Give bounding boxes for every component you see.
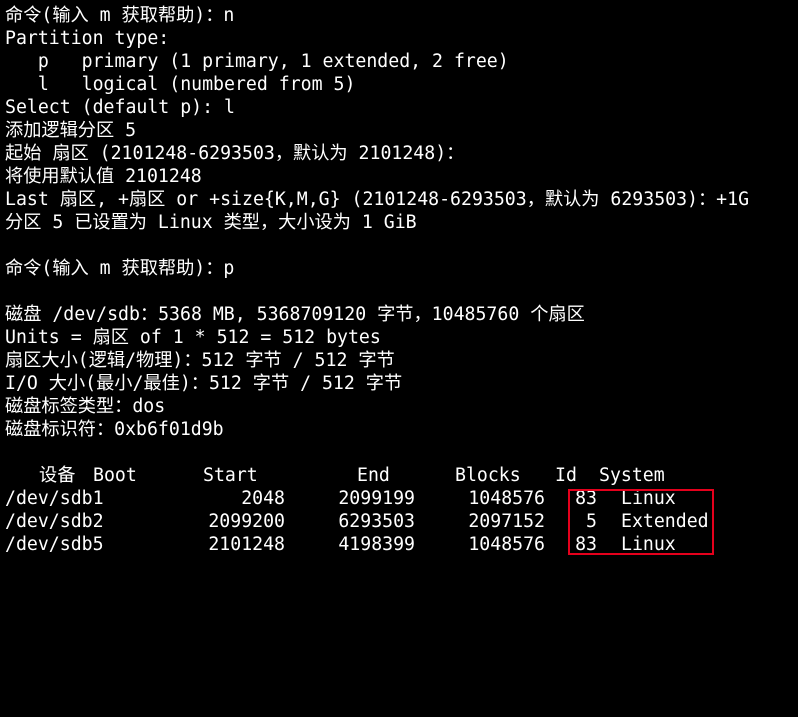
terminal-line: I/O 大小(最小/最佳)：512 字节 / 512 字节 (5, 373, 403, 394)
partition-end: 2099199 (338, 488, 415, 509)
partition-start: 2048 (241, 488, 285, 509)
header-end: End (357, 465, 390, 486)
terminal-line: p primary (1 primary, 1 extended, 2 free… (5, 51, 509, 72)
terminal-line: 分区 5 已设置为 Linux 类型，大小设为 1 GiB (5, 212, 417, 233)
terminal-line: Units = 扇区 of 1 * 512 = 512 bytes (5, 327, 381, 348)
terminal-line: Partition type: (5, 28, 170, 49)
partition-end: 6293503 (338, 511, 415, 532)
partition-device: /dev/sdb2 (5, 511, 104, 532)
header-id: Id (555, 465, 577, 486)
partition-start: 2101248 (208, 534, 285, 555)
partition-end: 4198399 (338, 534, 415, 555)
header-device: 设备 (39, 465, 76, 486)
terminal-line: 命令(输入 m 获取帮助)：p (5, 258, 235, 279)
terminal-line: 命令(输入 m 获取帮助)：n (5, 5, 235, 26)
terminal-window[interactable]: 命令(输入 m 获取帮助)：n Partition type: p primar… (5, 4, 795, 560)
terminal-line: 起始 扇区 (2101248-6293503，默认为 2101248)： (5, 143, 465, 164)
header-start: Start (203, 465, 258, 486)
terminal-line: 磁盘标签类型：dos (5, 396, 166, 417)
terminal-line: 扇区大小(逻辑/物理)：512 字节 / 512 字节 (5, 350, 395, 371)
partition-blocks: 2097152 (468, 511, 545, 532)
terminal-line: l logical (numbered from 5) (5, 74, 356, 95)
partition-start: 2099200 (208, 511, 285, 532)
header-blocks: Blocks (455, 465, 521, 486)
partition-device: /dev/sdb5 (5, 534, 104, 555)
partition-table-header: 设备 Boot Start End Blocks Id System (5, 464, 795, 487)
terminal-line: Last 扇区, +扇区 or +size{K,M,G} (2101248-62… (5, 189, 750, 210)
header-boot: Boot (93, 465, 137, 486)
partition-blocks: 1048576 (468, 488, 545, 509)
header-system: System (599, 465, 665, 486)
highlight-box (568, 489, 714, 555)
partition-device: /dev/sdb1 (5, 488, 104, 509)
terminal-line: 将使用默认值 2101248 (5, 166, 202, 187)
terminal-line: 添加逻辑分区 5 (5, 120, 137, 141)
partition-blocks: 1048576 (468, 534, 545, 555)
terminal-line: Select (default p): l (5, 97, 235, 118)
terminal-line: 磁盘 /dev/sdb：5368 MB, 5368709120 字节，10485… (5, 304, 585, 325)
terminal-line: 磁盘标识符：0xb6f01d9b (5, 419, 224, 440)
